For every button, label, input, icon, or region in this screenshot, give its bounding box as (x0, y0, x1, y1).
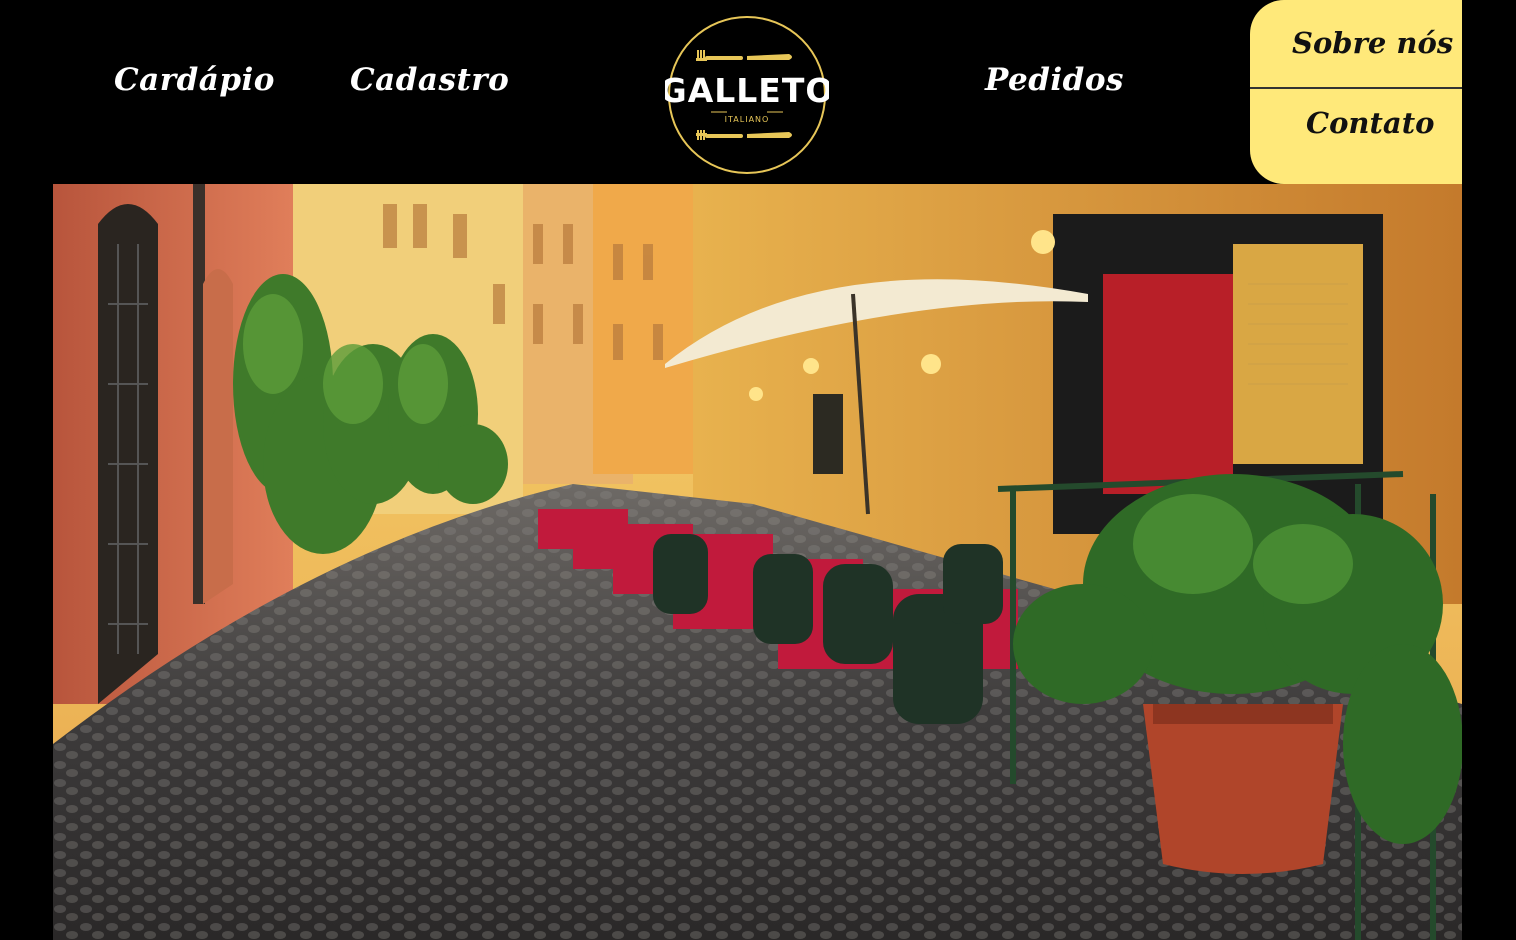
nav-cardapio-link[interactable]: Cardápio (114, 62, 275, 98)
side-menu-contato-link[interactable]: Contato (1306, 106, 1434, 140)
side-menu-divider (1250, 87, 1462, 89)
italian-street-cafe-photo (53, 184, 1462, 940)
page: Cardápio Cadastro GALLETO ITALIANO Pedid… (0, 0, 1516, 940)
galleto-logo[interactable]: GALLETO ITALIANO (660, 10, 833, 180)
side-menu-sobre-link[interactable]: Sobre nós (1292, 26, 1453, 60)
nav-cadastro-link[interactable]: Cadastro (350, 62, 509, 98)
logo-emblem: GALLETO ITALIANO (660, 16, 833, 174)
side-menu: Sobre nós Contato (1250, 0, 1462, 184)
logo-subtitle: ITALIANO (725, 115, 770, 124)
nav-pedidos-link[interactable]: Pedidos (985, 62, 1124, 98)
logo-name: GALLETO (665, 71, 829, 110)
hero-image (53, 184, 1462, 940)
